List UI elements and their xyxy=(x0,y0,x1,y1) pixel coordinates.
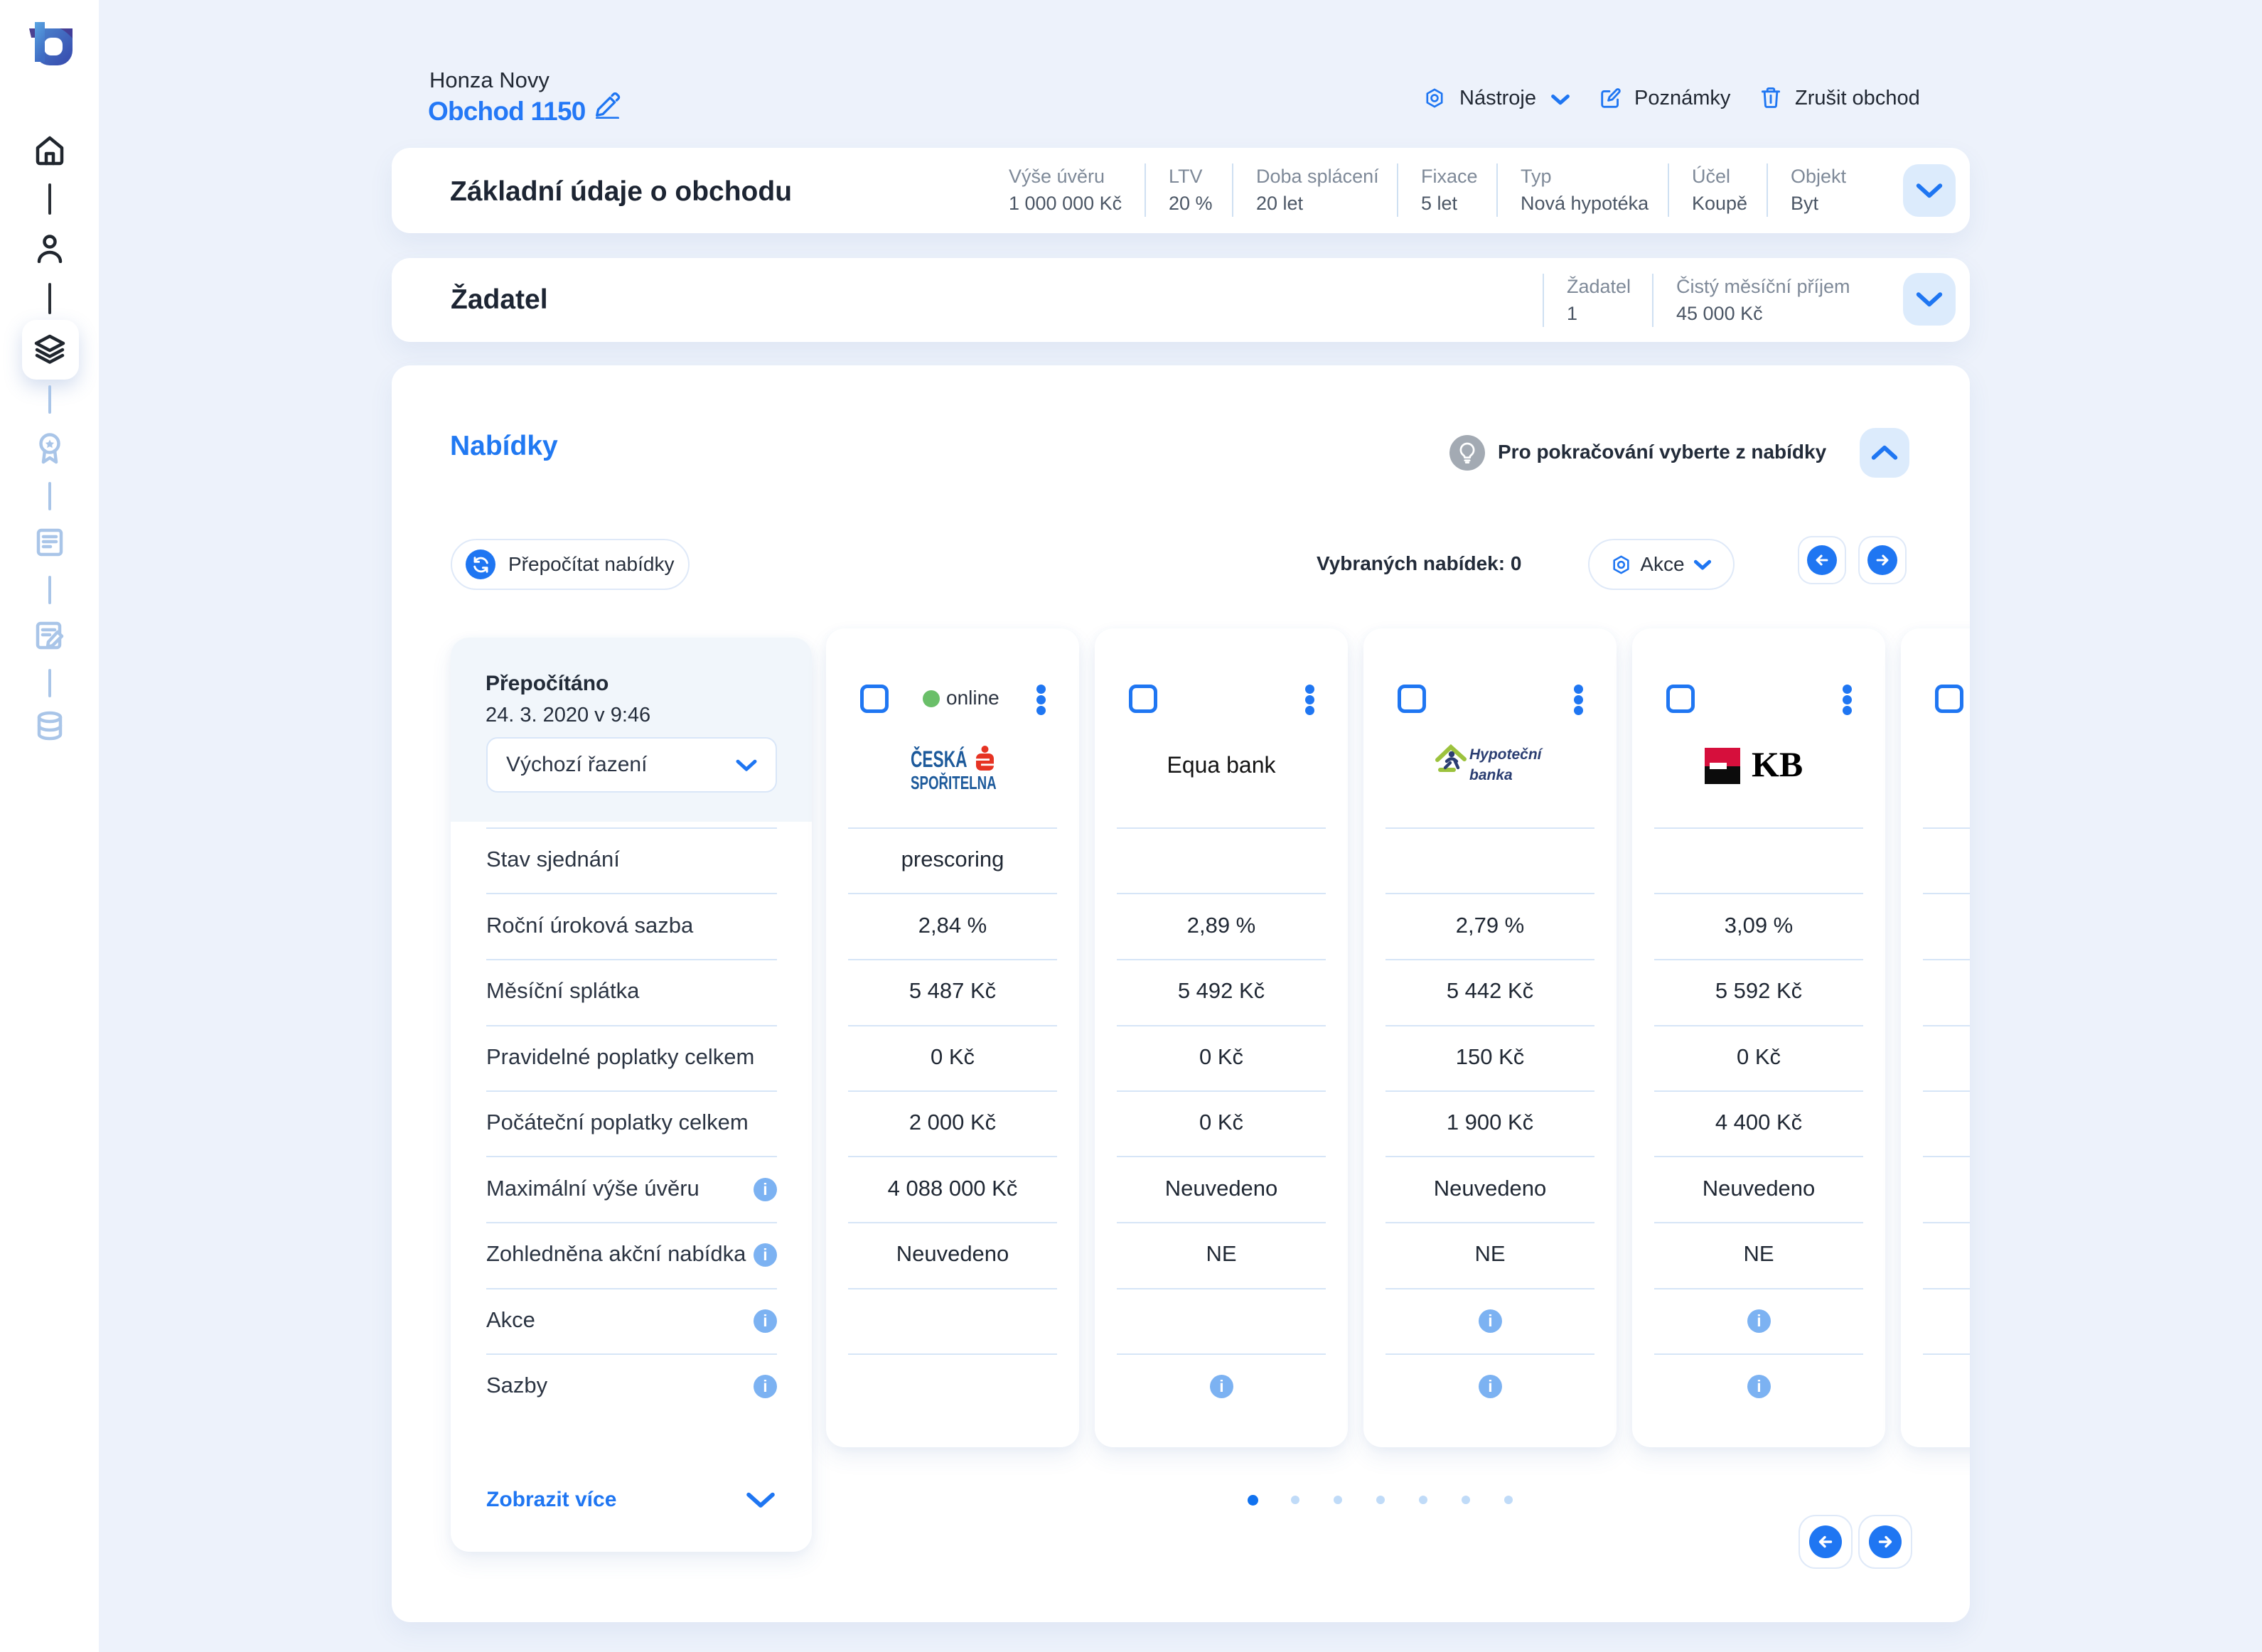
svg-text:banka: banka xyxy=(1469,767,1513,783)
svg-text:Hypoteční: Hypoteční xyxy=(1469,746,1544,763)
